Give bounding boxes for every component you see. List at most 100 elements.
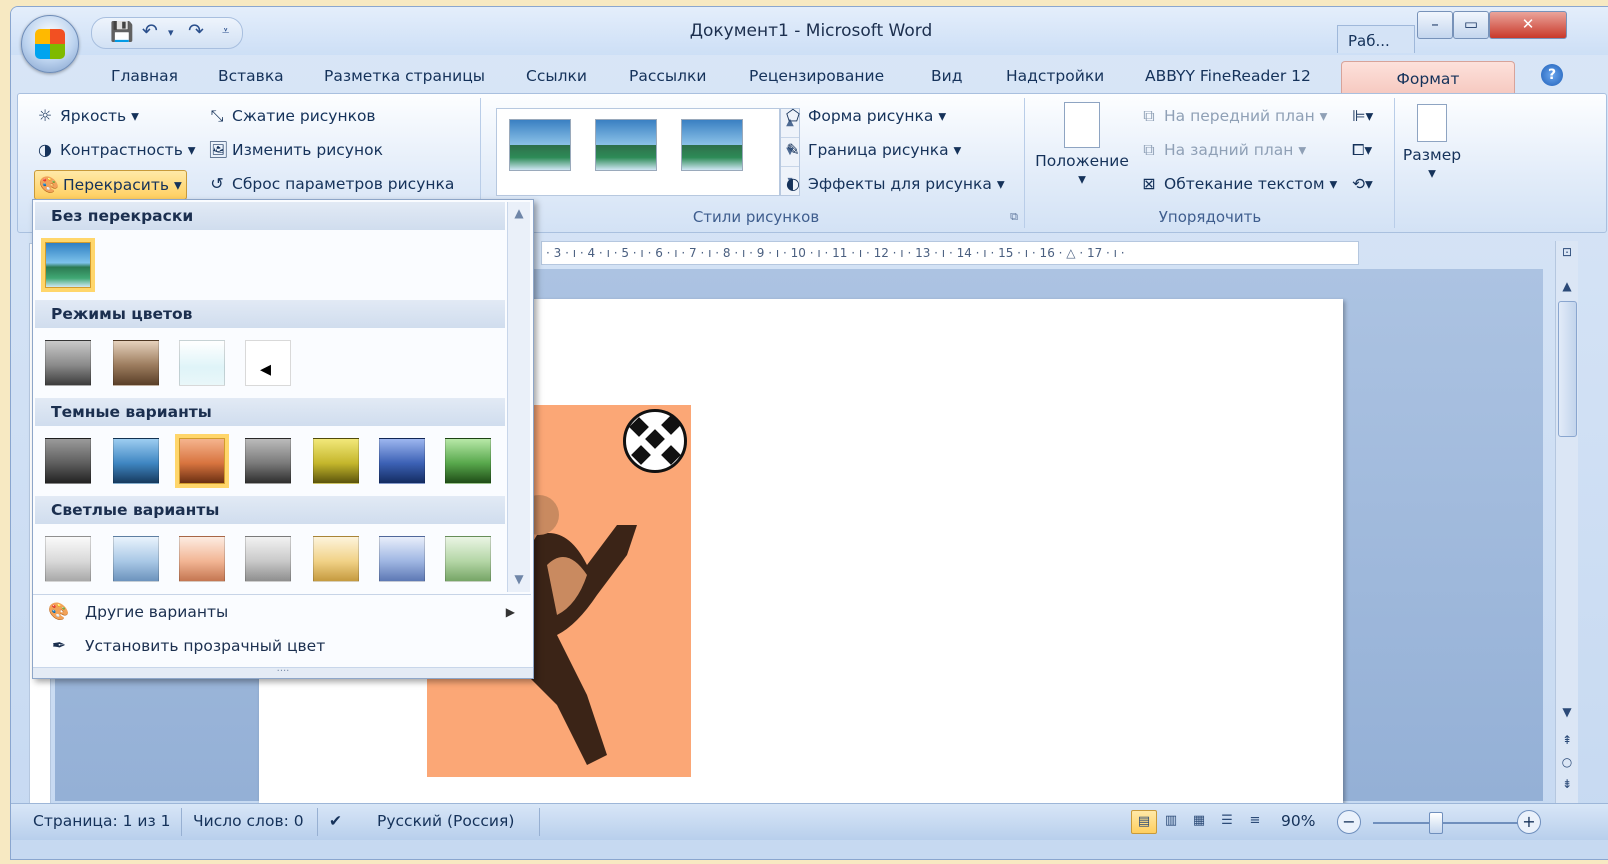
- no-recolor-swatch[interactable]: [45, 242, 91, 288]
- arrange-group: Положение ▾ ⧉ На передний план ▾ ⧉ На задни…: [1026, 98, 1395, 228]
- taskbar-label[interactable]: Раб...: [1337, 25, 1415, 53]
- language[interactable]: Русский (Россия): [377, 812, 514, 830]
- tab-format[interactable]: Формат: [1341, 61, 1515, 94]
- light-swatch[interactable]: [45, 536, 91, 582]
- title-bar: 💾 ↶ ▾ ↷ ⩡ Документ1 - Microsoft Word Раб…: [11, 7, 1608, 55]
- tab-references[interactable]: Ссылки: [526, 67, 587, 85]
- gallery-scrollbar[interactable]: ▲ ▼: [507, 202, 530, 592]
- picture-styles-group: ▲ ▼ ▾ ⬠ Форма рисунка ▾ ✎ Граница рисунка ▾ …: [488, 98, 1025, 228]
- text-wrapping-button[interactable]: ⊠ Обтекание текстом ▾: [1140, 170, 1337, 198]
- browse-object-icon[interactable]: ○: [1556, 755, 1578, 769]
- picture-shape-button[interactable]: ⬠ Форма рисунка ▾: [784, 102, 946, 130]
- style-thumb[interactable]: [509, 119, 571, 171]
- dark-swatch[interactable]: [445, 438, 491, 484]
- size-button[interactable]: Размер ▾: [1402, 104, 1462, 182]
- rotate-icon[interactable]: ⟲▾: [1352, 170, 1373, 198]
- contrast-icon: ◑: [38, 140, 52, 159]
- size-group: Размер ▾: [1398, 98, 1466, 228]
- office-logo-icon: [35, 29, 65, 59]
- change-picture-button[interactable]: 🖼 Изменить рисунок: [208, 136, 383, 164]
- position-button[interactable]: Положение ▾: [1032, 102, 1132, 188]
- compress-pictures-button[interactable]: ⤡ Сжатие рисунков: [208, 102, 376, 130]
- style-thumb[interactable]: [681, 119, 743, 171]
- horizontal-ruler[interactable]: · 3 · ı · 4 · ı · 5 · ı · 6 · ı · 7 · ı …: [541, 241, 1359, 265]
- tab-home[interactable]: Главная: [111, 67, 178, 85]
- zoom-level[interactable]: 90%: [1281, 812, 1315, 830]
- send-to-back-button[interactable]: ⧉ На задний план ▾: [1140, 136, 1306, 164]
- resize-grip[interactable]: ····: [33, 667, 533, 678]
- arrange-label: Упорядочить: [1158, 208, 1262, 226]
- draft-view-icon[interactable]: ≡: [1243, 810, 1267, 832]
- previous-page-icon[interactable]: ⇞: [1556, 733, 1578, 747]
- tab-view[interactable]: Вид: [931, 67, 962, 85]
- dark-swatch[interactable]: [45, 438, 91, 484]
- maximize-button[interactable]: ▭: [1453, 11, 1489, 39]
- no-recolor-header: Без перекраски: [35, 202, 505, 230]
- light-swatch[interactable]: [445, 536, 491, 582]
- picture-effects-button[interactable]: ◐ Эффекты для рисунка ▾: [784, 170, 1005, 198]
- zoom-in-icon[interactable]: +: [1517, 810, 1541, 834]
- picture-border-button[interactable]: ✎ Граница рисунка ▾: [784, 136, 961, 164]
- color-modes-header: Режимы цветов: [35, 300, 505, 328]
- zoom-slider-track[interactable]: [1373, 822, 1523, 824]
- zoom-slider-knob[interactable]: [1429, 812, 1443, 834]
- menu-separator: [33, 594, 531, 595]
- page-count[interactable]: Страница: 1 из 1: [33, 812, 171, 830]
- scroll-down-icon[interactable]: ▼: [1556, 705, 1578, 719]
- tab-page-layout[interactable]: Разметка страницы: [324, 67, 485, 85]
- contrast-button[interactable]: ◑ Контрастность ▾: [36, 136, 196, 164]
- dark-swatch[interactable]: [313, 438, 359, 484]
- light-swatch[interactable]: [379, 536, 425, 582]
- submenu-arrow-icon: ▶: [505, 605, 515, 619]
- recolor-button[interactable]: 🎨 Перекрасить ▾: [34, 170, 187, 200]
- dark-swatch[interactable]: [113, 438, 159, 484]
- more-variations-item[interactable]: 🎨 Другие варианты ▶: [35, 596, 529, 628]
- office-button[interactable]: [21, 15, 79, 73]
- align-icon[interactable]: ⊫▾: [1352, 102, 1373, 130]
- scroll-up-icon[interactable]: ▲: [1556, 279, 1578, 293]
- tab-insert[interactable]: Вставка: [218, 67, 284, 85]
- dialog-launcher-icon[interactable]: ⧉: [1010, 210, 1018, 224]
- grayscale-swatch[interactable]: [45, 340, 91, 386]
- brightness-button[interactable]: ☼ Яркость ▾: [36, 102, 139, 130]
- print-layout-view-icon[interactable]: ▤: [1131, 810, 1157, 834]
- outline-view-icon[interactable]: ☰: [1215, 810, 1239, 832]
- gallery-scroll-down-icon[interactable]: ▼: [508, 572, 530, 586]
- dark-swatch[interactable]: [379, 438, 425, 484]
- tab-review[interactable]: Рецензирование: [749, 67, 884, 85]
- bring-to-front-button[interactable]: ⧉ На передний план ▾: [1140, 102, 1327, 130]
- next-page-icon[interactable]: ⇟: [1556, 777, 1578, 791]
- compress-icon: ⤡: [210, 106, 224, 125]
- tab-abbyy[interactable]: ABBYY FineReader 12: [1145, 67, 1311, 85]
- zoom-out-icon[interactable]: −: [1337, 810, 1361, 834]
- spellcheck-icon[interactable]: ✔: [329, 812, 342, 830]
- dark-swatch-selected[interactable]: [179, 438, 225, 484]
- effects-icon: ◐: [786, 174, 800, 193]
- scroll-thumb[interactable]: [1558, 301, 1577, 437]
- washout-swatch[interactable]: [179, 340, 225, 386]
- tab-mailings[interactable]: Рассылки: [629, 67, 706, 85]
- light-swatch[interactable]: [179, 536, 225, 582]
- word-count[interactable]: Число слов: 0: [193, 812, 304, 830]
- close-button[interactable]: ✕: [1489, 11, 1567, 39]
- gallery-scroll-up-icon[interactable]: ▲: [508, 206, 530, 220]
- sepia-swatch[interactable]: [113, 340, 159, 386]
- light-swatch[interactable]: [245, 536, 291, 582]
- full-screen-view-icon[interactable]: ▥: [1159, 810, 1183, 832]
- help-icon[interactable]: ?: [1541, 64, 1563, 86]
- sun-icon: ☼: [37, 106, 53, 125]
- web-layout-view-icon[interactable]: ▦: [1187, 810, 1211, 832]
- reset-picture-button[interactable]: ↺ Сброс параметров рисунка: [208, 170, 454, 198]
- group-icon[interactable]: ⧠▾: [1352, 136, 1372, 164]
- black-white-swatch[interactable]: ◂: [245, 340, 291, 386]
- light-swatch[interactable]: [113, 536, 159, 582]
- dark-swatch[interactable]: [245, 438, 291, 484]
- set-transparent-color-item[interactable]: ✒ Установить прозрачный цвет: [35, 630, 529, 662]
- ruler-toggle-icon[interactable]: ⊡: [1556, 245, 1578, 259]
- tab-addins[interactable]: Надстройки: [1006, 67, 1104, 85]
- size-icon: [1417, 104, 1447, 142]
- vertical-scrollbar[interactable]: ⊡ ▲ ▼ ⇞ ○ ⇟: [1555, 241, 1578, 803]
- minimize-button[interactable]: –: [1417, 11, 1453, 39]
- style-thumb[interactable]: [595, 119, 657, 171]
- light-swatch[interactable]: [313, 536, 359, 582]
